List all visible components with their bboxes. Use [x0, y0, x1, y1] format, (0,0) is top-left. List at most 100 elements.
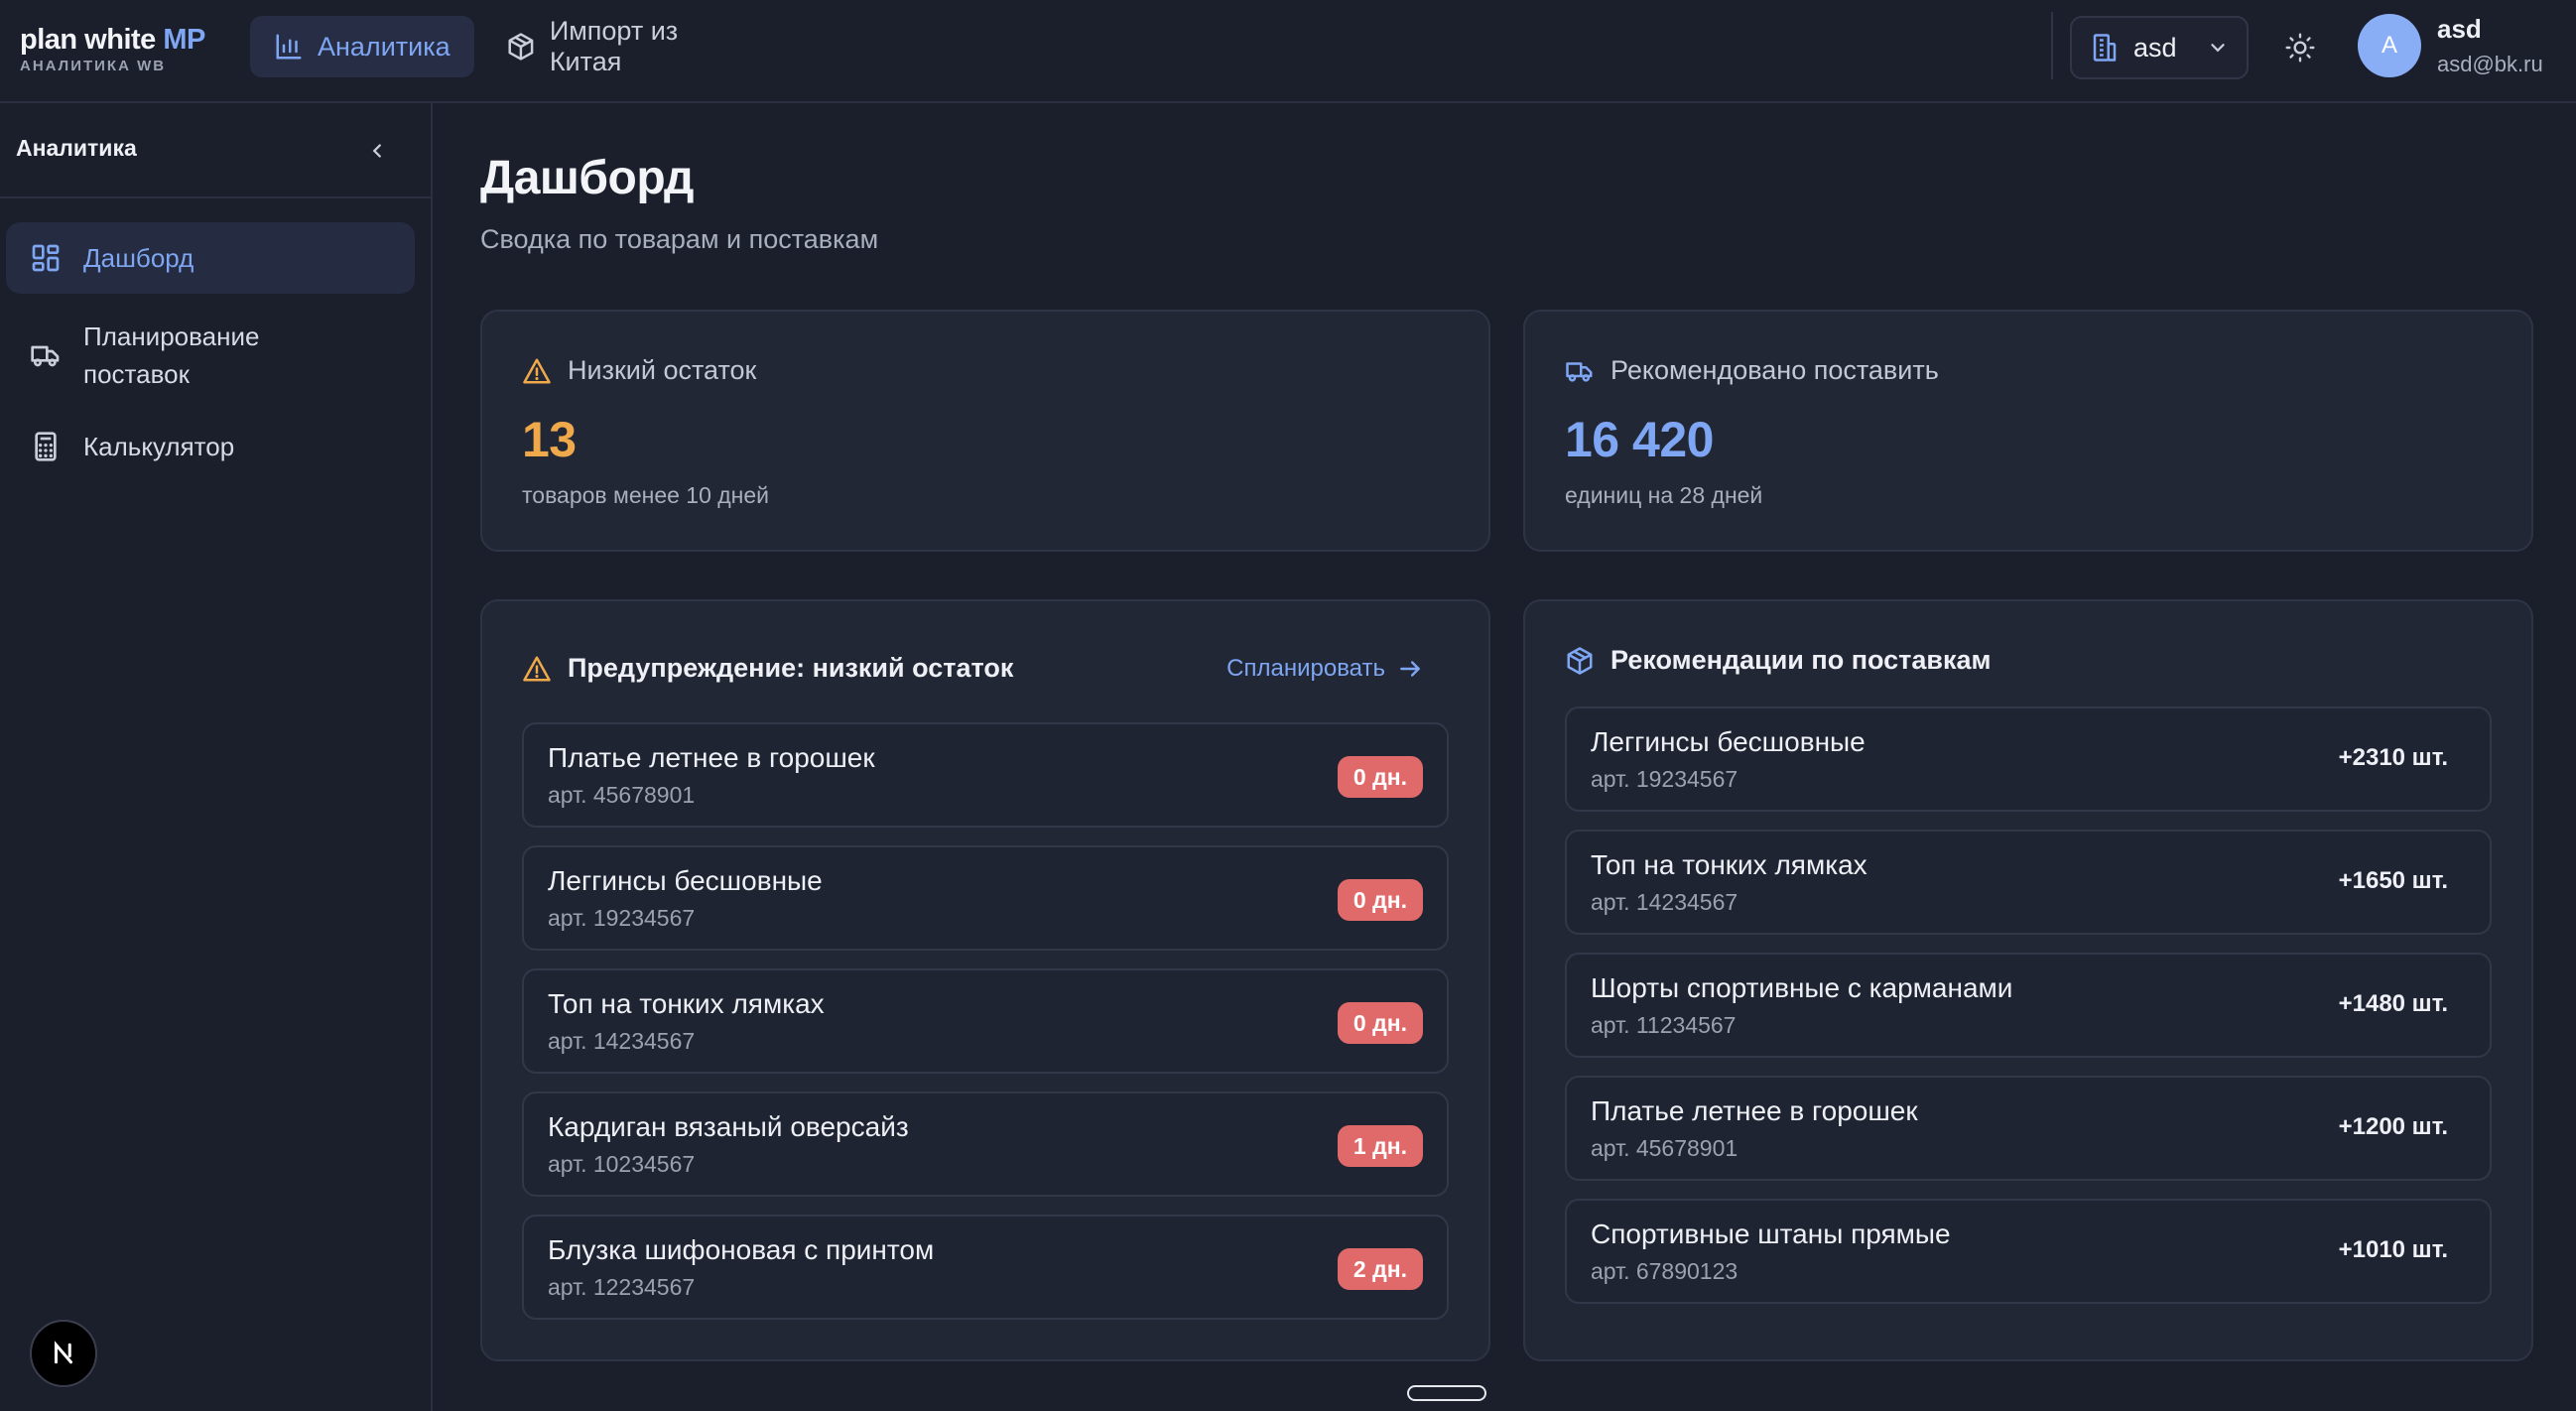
dev-tools-button[interactable]	[30, 1320, 97, 1387]
panel-title: Рекомендации по поставкам	[1610, 645, 1992, 675]
sidebar: Аналитика Дашборд Планирование поставок …	[0, 103, 433, 1411]
item-sku: арт. 45678901	[548, 782, 696, 808]
list-item[interactable]: Леггинсы бесшовные арт. 19234567 0 дн.	[522, 845, 1449, 951]
item-name: Леггинсы бесшовные	[1591, 726, 1866, 757]
days-left-badge: 1 дн.	[1337, 1125, 1423, 1167]
sidebar-collapse-button[interactable]	[359, 133, 395, 169]
item-sku: арт. 67890123	[1591, 1258, 1739, 1284]
item-sku: арт. 14234567	[1591, 889, 1739, 915]
days-left-badge: 2 дн.	[1337, 1248, 1423, 1290]
nav-tab-label: Аналитика	[318, 31, 451, 62]
list-item[interactable]: Блузка шифоновая с принтом арт. 12234567…	[522, 1215, 1449, 1320]
days-left-badge: 0 дн.	[1337, 879, 1423, 921]
panel-title: Предупреждение: низкий остаток	[568, 653, 1014, 683]
stat-label: Рекомендовано поставить	[1610, 355, 1939, 385]
bar-chart-icon	[276, 34, 302, 60]
stat-note: товаров менее 10 дней	[522, 482, 770, 508]
recommended-stat-card: Рекомендовано поставить 16 420 единиц на…	[1523, 310, 2533, 552]
page-title: Дашборд	[480, 152, 694, 204]
item-name: Платье летнее в горошек	[1591, 1095, 1918, 1126]
user-email: asd@bk.ru	[2437, 52, 2543, 76]
sidebar-item-calculator[interactable]: Калькулятор	[6, 421, 415, 472]
sidebar-item-label: Калькулятор	[83, 432, 235, 461]
item-name: Шорты спортивные с карманами	[1591, 972, 2013, 1003]
organization-select-value: asd	[2133, 32, 2177, 63]
item-name: Топ на тонких лямках	[1591, 849, 1868, 880]
stat-value: 16 420	[1565, 412, 1714, 467]
list-item[interactable]: Топ на тонких лямках арт. 14234567 +1650…	[1565, 830, 2492, 935]
supply-recommendations-panel: Рекомендации по поставкам Леггинсы бесшо…	[1523, 599, 2533, 1361]
warning-icon	[523, 358, 551, 383]
item-sku: арт. 12234567	[548, 1274, 696, 1300]
days-left-badge: 0 дн.	[1337, 756, 1423, 798]
stat-note: единиц на 28 дней	[1565, 482, 1763, 508]
sidebar-header: Аналитика	[0, 103, 431, 198]
list-item[interactable]: Шорты спортивные с карманами арт. 112345…	[1565, 953, 2492, 1058]
item-sku: арт. 11234567	[1591, 1012, 1737, 1038]
item-sku: арт. 10234567	[548, 1151, 696, 1177]
sidebar-item-label: Планирование поставок	[83, 321, 260, 389]
arrow-right-icon	[1400, 661, 1420, 677]
nav-tab-china-import[interactable]: Импорт из Китая	[482, 16, 780, 77]
item-name: Топ на тонких лямках	[548, 988, 825, 1019]
list-item[interactable]: Платье летнее в горошек арт. 45678901 +1…	[1565, 1076, 2492, 1181]
brand-logo[interactable]: plan white MP АНАЛИТИКА WB	[20, 24, 205, 75]
item-name: Кардиган вязаный оверсайз	[548, 1111, 909, 1142]
item-sku: арт. 19234567	[548, 905, 696, 931]
recommended-quantity: +1480 шт.	[2338, 990, 2448, 1017]
brand-title-accent: MP	[163, 24, 205, 56]
list-item[interactable]: Леггинсы бесшовные арт. 19234567 +2310 ш…	[1565, 706, 2492, 812]
top-bar: plan white MP АНАЛИТИКА WB Аналитика Имп…	[0, 0, 2576, 103]
recommended-quantity: +2310 шт.	[2338, 744, 2448, 771]
warning-icon	[523, 656, 551, 681]
plan-link-label: Спланировать	[1226, 655, 1385, 682]
scroll-indicator[interactable]	[1407, 1385, 1486, 1401]
calculator-icon	[35, 432, 57, 461]
recommended-quantity: +1200 шт.	[2338, 1113, 2448, 1140]
nav-tab-analytics[interactable]: Аналитика	[250, 16, 474, 77]
brand-subtitle: АНАЛИТИКА WB	[20, 58, 167, 74]
low-stock-warning-panel: Предупреждение: низкий остаток Спланиров…	[480, 599, 1490, 1361]
plan-link[interactable]: Спланировать	[1226, 655, 1423, 683]
sidebar-item-supply-planning[interactable]: Планирование поставок	[6, 312, 415, 397]
theme-toggle-button[interactable]	[2278, 26, 2322, 69]
divider	[2051, 12, 2053, 79]
brand-title: plan white MP	[20, 24, 205, 56]
recommended-quantity: +1650 шт.	[2338, 867, 2448, 894]
list-item[interactable]: Кардиган вязаный оверсайз арт. 10234567 …	[522, 1091, 1449, 1197]
brand-title-main: plan white	[20, 24, 156, 56]
nav-tab-label: Импорт из Китая	[549, 16, 679, 76]
building-icon	[2093, 34, 2117, 62]
sidebar-item-dashboard[interactable]: Дашборд	[6, 222, 415, 294]
item-name: Платье летнее в горошек	[548, 742, 875, 773]
panel-header: Предупреждение: низкий остаток	[522, 653, 1013, 684]
sidebar-item-label: Дашборд	[83, 243, 194, 273]
box-icon	[508, 33, 534, 61]
list-item[interactable]: Спортивные штаны прямые арт. 67890123 +1…	[1565, 1199, 2492, 1304]
item-name: Леггинсы бесшовные	[548, 865, 823, 896]
organization-select[interactable]: asd	[2070, 16, 2249, 79]
stat-header: Рекомендовано поставить	[1565, 355, 1939, 386]
dashboard-icon	[32, 244, 60, 272]
box-icon	[1567, 646, 1593, 675]
stat-header: Низкий остаток	[522, 355, 756, 386]
item-name: Блузка шифоновая с принтом	[548, 1234, 935, 1265]
item-sku: арт. 19234567	[1591, 766, 1739, 792]
sidebar-title: Аналитика	[16, 135, 137, 161]
stat-value: 13	[522, 412, 577, 467]
chevron-down-icon	[2211, 44, 2225, 53]
item-name: Спортивные штаны прямые	[1591, 1219, 1951, 1249]
low-stock-stat-card: Низкий остаток 13 товаров менее 10 дней	[480, 310, 1490, 552]
item-sku: арт. 45678901	[1591, 1135, 1739, 1161]
list-item[interactable]: Топ на тонких лямках арт. 14234567 0 дн.	[522, 968, 1449, 1074]
item-sku: арт. 14234567	[548, 1028, 696, 1054]
list-item[interactable]: Платье летнее в горошек арт. 45678901 0 …	[522, 722, 1449, 828]
page-subtitle: Сводка по товарам и поставкам	[480, 224, 879, 254]
sun-icon	[2285, 33, 2315, 63]
user-name: asd	[2437, 14, 2482, 44]
n-logo-icon	[55, 1341, 72, 1364]
chevron-left-icon	[372, 144, 381, 158]
recommended-quantity: +1010 шт.	[2338, 1236, 2448, 1263]
avatar[interactable]: A	[2358, 14, 2421, 77]
days-left-badge: 0 дн.	[1337, 1002, 1423, 1044]
